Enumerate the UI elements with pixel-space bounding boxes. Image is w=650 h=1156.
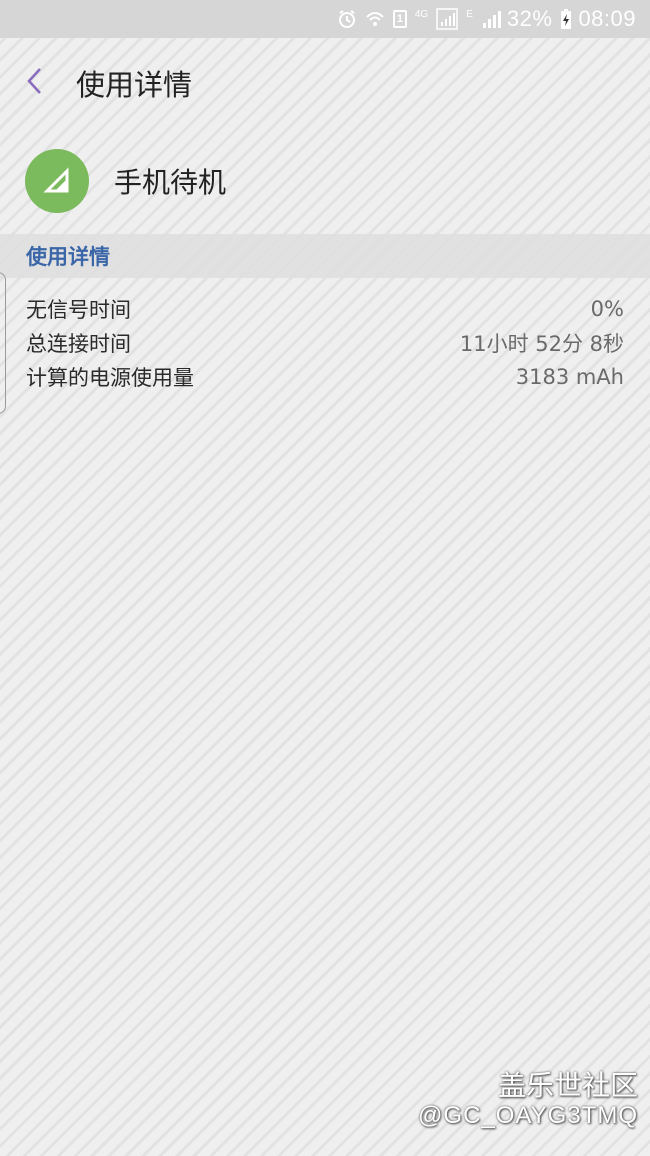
network-e-label: E [466,9,473,20]
alarm-icon [337,7,357,31]
detail-value: 11小时 52分 8秒 [459,332,624,356]
watermark-user-id: @GC_OAYG3TMQ [418,1102,638,1129]
chevron-left-icon [25,66,45,100]
sim-slot-number: 1 [392,10,407,28]
signal-bars-icon [481,7,501,31]
detail-row-connection-time: 总连接时间 11小时 52分 8秒 [0,326,650,360]
signal-4g-icon [436,7,458,31]
detail-label: 总连接时间 [26,332,131,356]
page-title: 使用详情 [76,68,193,102]
detail-value: 0% [590,297,624,321]
network-4g-label: 4G [414,9,429,20]
cell-standby-icon [25,149,89,213]
battery-percent: 32% [506,6,553,31]
section-header: 使用详情 [0,234,650,278]
sim-slot-icon: 1 [392,7,407,31]
app-summary: 手机待机 [0,128,650,234]
back-button[interactable] [0,38,70,128]
detail-list: 无信号时间 0% 总连接时间 11小时 52分 8秒 计算的电源使用量 3183… [0,292,650,394]
status-time: 08:09 [578,6,636,31]
wifi-icon [365,7,385,31]
detail-value: 3183 mAh [515,365,624,389]
detail-label: 无信号时间 [26,298,131,322]
section-title: 使用详情 [26,245,110,269]
app-bar: 使用详情 [0,38,650,128]
edge-panel-handle[interactable] [0,272,6,414]
detail-row-no-signal: 无信号时间 0% [0,292,650,326]
detail-row-power-usage: 计算的电源使用量 3183 mAh [0,360,650,394]
detail-label: 计算的电源使用量 [26,366,194,390]
battery-charging-icon [560,7,572,31]
status-bar: 1 4G E 32% 08:09 [0,0,650,38]
app-name: 手机待机 [114,166,227,199]
watermark-community: 盖乐世社区 [497,1070,638,1101]
